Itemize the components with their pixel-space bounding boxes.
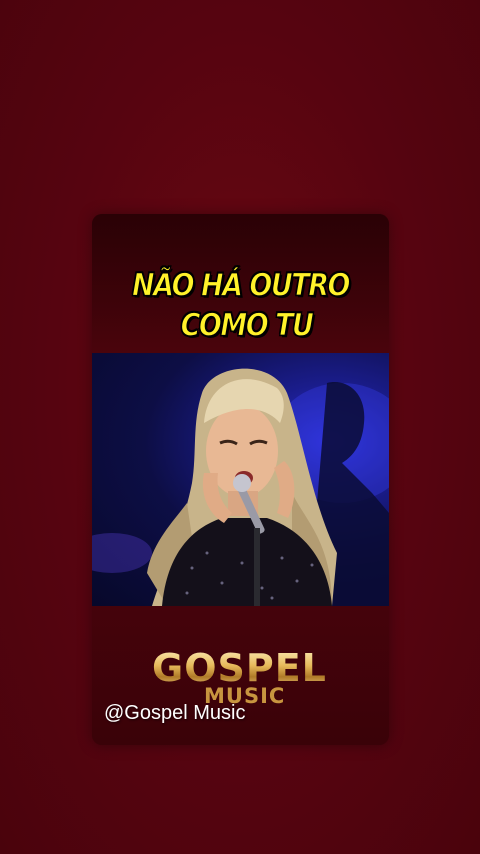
post-card[interactable]: NÃO HÁ OUTRO COMO TU GOSPEL MUSIC @Gospe… [92, 214, 389, 745]
story-background: NÃO HÁ OUTRO COMO TU GOSPEL MUSIC @Gospe… [0, 0, 480, 854]
song-title-line-2: COMO TU [180, 307, 314, 344]
song-title-line-1: NÃO HÁ OUTRO [132, 267, 351, 304]
video-frame[interactable] [92, 353, 389, 606]
singer-illustration [92, 368, 389, 606]
account-handle[interactable]: @Gospel Music [104, 702, 245, 725]
footer-band: GOSPEL MUSIC @Gospel Music [92, 606, 389, 745]
title-band: NÃO HÁ OUTRO COMO TU [92, 214, 389, 353]
